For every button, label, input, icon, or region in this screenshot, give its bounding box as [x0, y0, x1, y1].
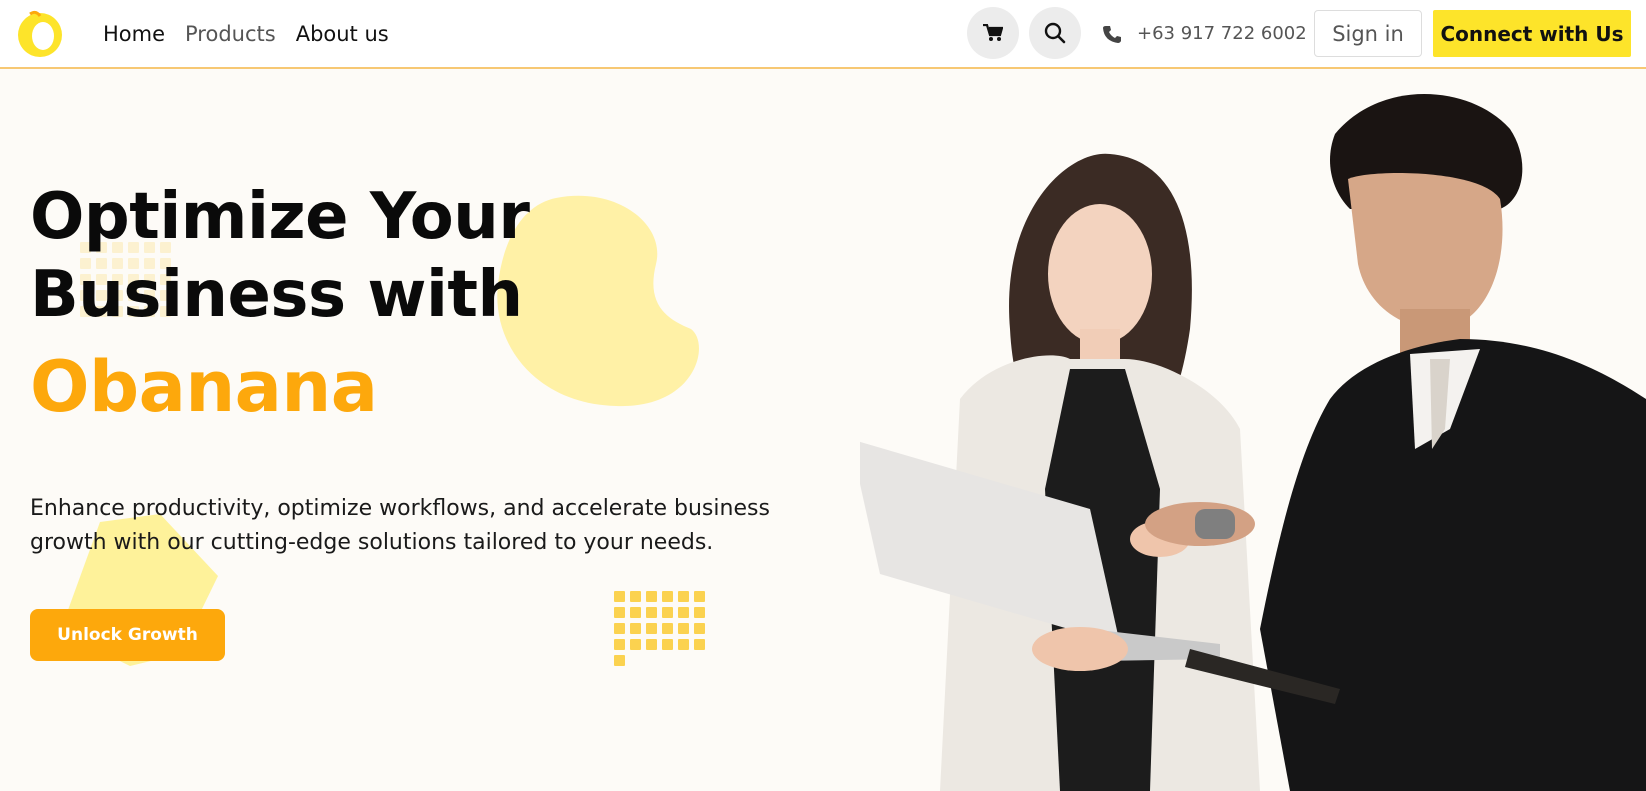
- hero-headline-line-1: Optimize Your: [30, 180, 530, 254]
- nav-products[interactable]: Products: [185, 22, 276, 46]
- phone-contact[interactable]: +63 917 722 6002: [1103, 0, 1307, 67]
- cart-button[interactable]: [967, 7, 1019, 59]
- search-icon: [1044, 22, 1066, 44]
- phone-icon: [1103, 25, 1121, 43]
- hero-business-people-image: [860, 94, 1646, 791]
- cart-icon: [983, 24, 1003, 41]
- connect-with-us-button[interactable]: Connect with Us: [1433, 10, 1631, 57]
- unlock-growth-button[interactable]: Unlock Growth: [30, 609, 225, 661]
- nav-about-us[interactable]: About us: [296, 22, 389, 46]
- nav-home[interactable]: Home: [103, 22, 165, 46]
- hero-headline-line-2: Business with: [30, 258, 523, 332]
- top-navbar: Home Products About us +63 917 722 6002 …: [0, 0, 1646, 69]
- phone-number: +63 917 722 6002: [1137, 23, 1307, 44]
- hero-description: Enhance productivity, optimize workflows…: [30, 496, 770, 555]
- hero-brand-name: Obanana: [30, 346, 378, 428]
- obanana-logo[interactable]: [16, 8, 64, 58]
- decorative-dot-grid: [614, 591, 705, 666]
- sign-in-button[interactable]: Sign in: [1314, 10, 1422, 57]
- search-button[interactable]: [1029, 7, 1081, 59]
- main-nav: Home Products About us: [103, 0, 389, 67]
